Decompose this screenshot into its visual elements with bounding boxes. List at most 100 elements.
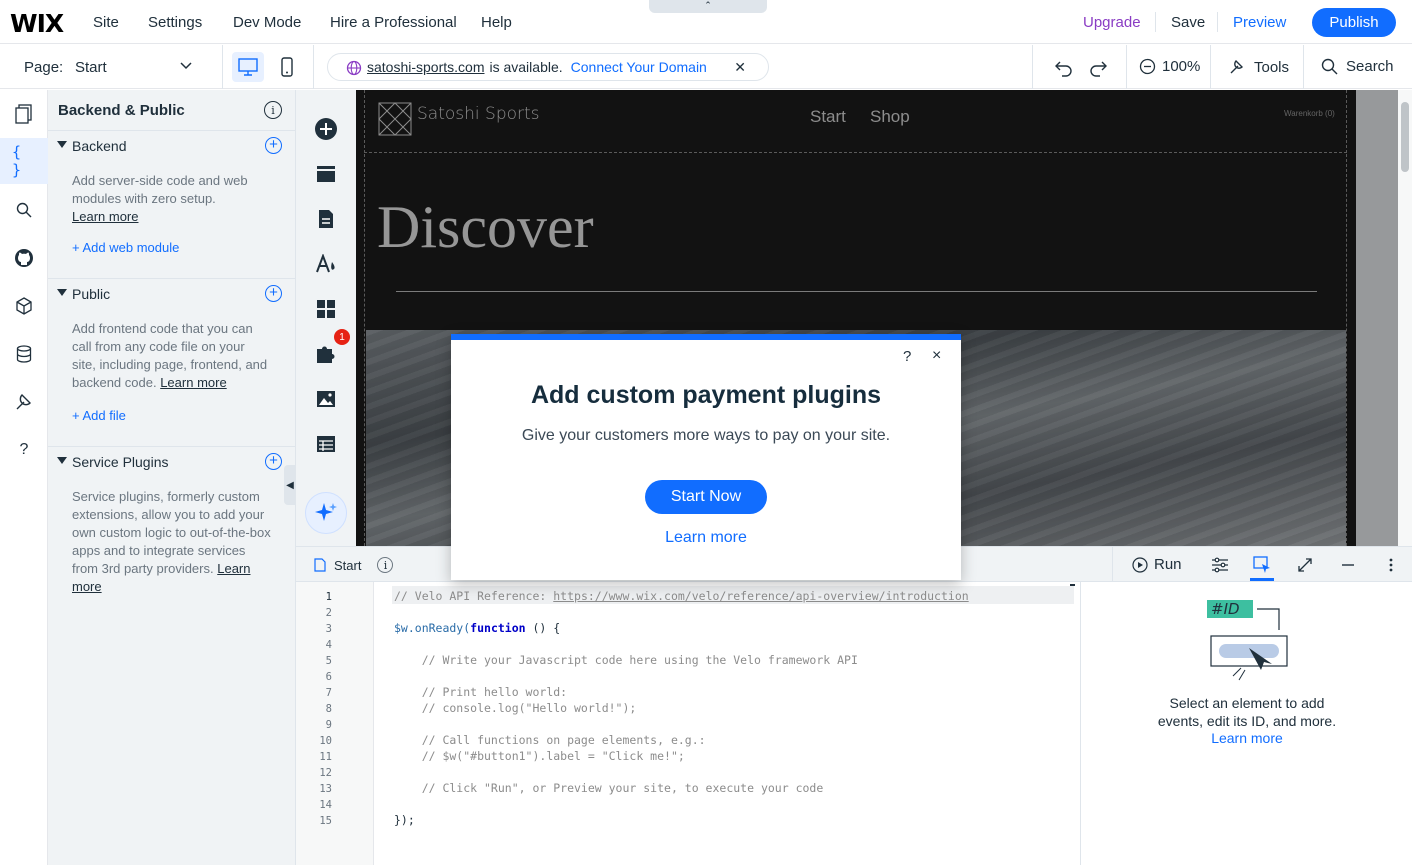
mobile-view-button[interactable] <box>276 52 298 82</box>
cms-table-icon[interactable] <box>314 432 338 456</box>
connect-domain-link[interactable]: Connect Your Domain <box>571 59 707 75</box>
notification-badge: 1 <box>334 329 350 345</box>
page-icon[interactable] <box>314 207 338 231</box>
canvas-scroll-thumb[interactable] <box>1401 102 1409 172</box>
zoom-value: 100% <box>1162 58 1201 75</box>
divider <box>222 45 223 89</box>
learn-more-link[interactable]: Learn more <box>72 209 138 224</box>
collapse-topbar-handle[interactable]: ⌃ <box>649 0 767 13</box>
add-public-icon[interactable]: + <box>265 285 282 302</box>
code-line-10[interactable]: // Call functions on page elements, e.g.… <box>394 733 706 747</box>
menu-site[interactable]: Site <box>93 14 119 31</box>
code-line-8[interactable]: // console.log("Hello world!"); <box>394 701 637 715</box>
section-backend[interactable]: Backend + <box>48 130 296 160</box>
plugins-icon[interactable] <box>314 342 338 366</box>
more-options-icon[interactable] <box>1381 555 1401 575</box>
add-element-icon[interactable] <box>314 117 338 141</box>
run-button[interactable]: Run <box>1132 556 1182 573</box>
code-editor-panel: Start i Run 1 2 3 4 5 6 7 8 9 10 11 12 1… <box>296 546 1412 865</box>
file-tab-start[interactable]: Start i <box>314 557 394 573</box>
expand-icon[interactable] <box>1295 555 1315 575</box>
properties-icon[interactable] <box>1210 555 1230 575</box>
divider <box>313 45 314 89</box>
github-icon[interactable] <box>12 246 36 270</box>
tools-icon <box>1230 60 1243 74</box>
menu-hire-professional[interactable]: Hire a Professional <box>330 14 457 31</box>
help-icon[interactable]: ? <box>12 438 36 462</box>
properties-hint: Select an element to add events, edit it… <box>1157 695 1337 729</box>
desktop-view-button[interactable] <box>232 52 264 82</box>
add-backend-icon[interactable]: + <box>265 137 282 154</box>
info-icon[interactable]: i <box>377 557 394 573</box>
domain-name[interactable]: satoshi-sports.com <box>367 59 484 75</box>
add-web-module-link[interactable]: + Add web module <box>72 240 179 255</box>
apps-icon[interactable] <box>314 297 338 321</box>
media-icon[interactable] <box>314 387 338 411</box>
sparkle-icon <box>315 503 337 521</box>
code-line-15[interactable]: }); <box>394 813 415 827</box>
line-number: 9 <box>325 719 332 731</box>
design-icon[interactable] <box>314 252 338 276</box>
id-tag: #ID <box>1211 600 1240 618</box>
upgrade-link[interactable]: Upgrade <box>1083 14 1141 31</box>
search-icon[interactable] <box>12 198 36 222</box>
code-line-3[interactable]: $w.onReady(function () { <box>394 621 560 635</box>
line-number-gutter: 1 2 3 4 5 6 7 8 9 10 11 12 13 14 15 <box>296 582 374 865</box>
database-icon[interactable] <box>12 342 36 366</box>
learn-more-link[interactable]: Learn more <box>451 529 961 547</box>
search-icon <box>1321 58 1338 75</box>
close-icon[interactable]: × <box>932 347 941 365</box>
add-service-plugin-icon[interactable]: + <box>265 453 282 470</box>
search-button[interactable]: Search <box>1321 58 1394 75</box>
redo-icon[interactable] <box>1088 57 1108 77</box>
menu-help[interactable]: Help <box>481 14 512 31</box>
sections-icon[interactable] <box>314 162 338 186</box>
section-service-plugins[interactable]: Service Plugins + <box>48 446 296 476</box>
close-icon[interactable]: ✕ <box>734 59 746 76</box>
divider <box>1032 45 1033 89</box>
collapse-panel-handle[interactable]: ◀ <box>284 465 296 505</box>
api-reference-link[interactable]: https://www.wix.com/velo/reference/api-o… <box>553 589 968 603</box>
page-label: Page: <box>24 59 64 76</box>
modal-title: Add custom payment plugins <box>530 381 882 409</box>
tools-button[interactable]: Tools <box>1228 58 1289 76</box>
learn-more-link[interactable]: Learn more <box>1081 730 1412 746</box>
code-braces-icon[interactable]: { } <box>12 143 36 179</box>
code-line-11[interactable]: // $w("#button1").label = "Click me!"; <box>394 749 685 763</box>
preview-button[interactable]: Preview <box>1233 14 1286 31</box>
properties-panel: #ID Select an element to add events, edi… <box>1080 582 1412 865</box>
divider <box>1126 45 1127 89</box>
divider <box>1155 12 1156 32</box>
info-icon[interactable]: i <box>264 101 282 119</box>
section-label: Backend <box>72 138 127 154</box>
start-now-button[interactable]: Start Now <box>645 480 767 514</box>
code-line-5[interactable]: // Write your Javascript code here using… <box>394 653 858 667</box>
run-label: Run <box>1154 556 1182 573</box>
learn-more-link[interactable]: Learn more <box>160 375 226 390</box>
wix-logo[interactable]: WIX <box>10 9 64 38</box>
ai-assistant-button[interactable] <box>305 492 347 534</box>
menu-settings[interactable]: Settings <box>148 14 202 31</box>
add-file-link[interactable]: + Add file <box>72 408 126 423</box>
pages-icon[interactable] <box>12 102 36 126</box>
section-public[interactable]: Public + <box>48 278 296 308</box>
zoom-control[interactable]: 100% <box>1139 58 1200 75</box>
domain-banner: satoshi-sports.com is available. Connect… <box>327 53 769 81</box>
publish-button[interactable]: Publish <box>1312 8 1396 37</box>
code-line-1[interactable]: // Velo API Reference: https://www.wix.c… <box>394 589 969 603</box>
developer-tools-icon[interactable] <box>12 390 36 414</box>
chevron-down-icon[interactable] <box>178 57 194 73</box>
save-button[interactable]: Save <box>1171 14 1205 31</box>
code-line-7[interactable]: // Print hello world: <box>394 685 567 699</box>
help-icon[interactable]: ? <box>903 348 911 365</box>
code-line-13[interactable]: // Click "Run", or Preview your site, to… <box>394 781 824 795</box>
page-select[interactable]: Start <box>75 59 107 76</box>
line-number: 4 <box>325 639 332 651</box>
scroll-marker <box>1070 584 1075 586</box>
packages-icon[interactable] <box>12 294 36 318</box>
select-element-icon[interactable] <box>1252 555 1272 575</box>
minimize-icon[interactable] <box>1338 555 1358 575</box>
domain-available-text: is available. <box>489 59 563 75</box>
undo-icon[interactable] <box>1054 57 1074 77</box>
menu-dev-mode[interactable]: Dev Mode <box>233 14 301 31</box>
